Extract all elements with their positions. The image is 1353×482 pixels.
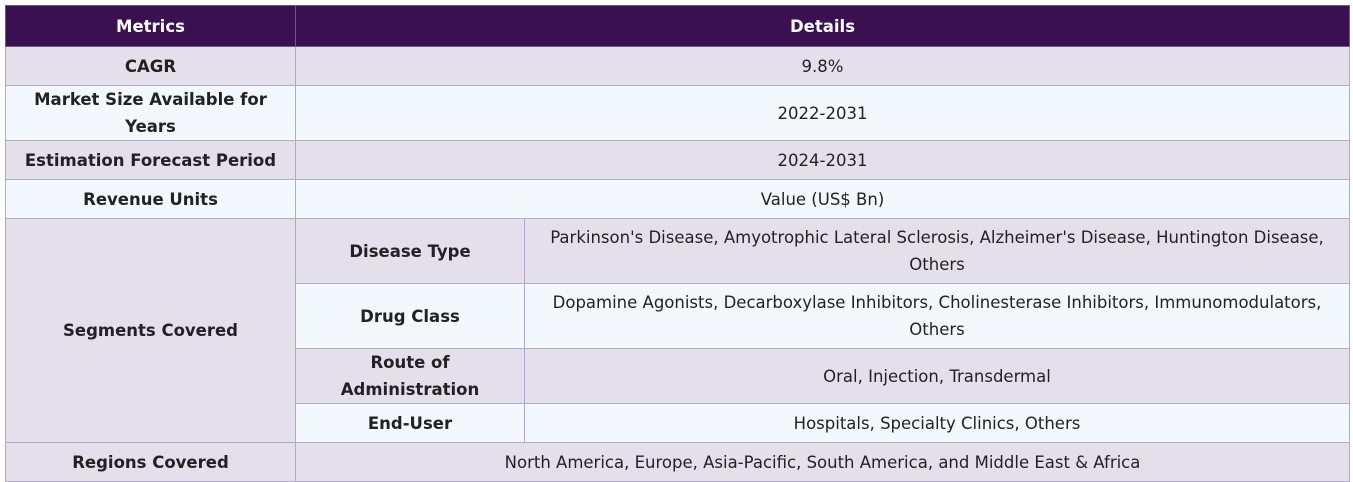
drug-class-label: Drug Class	[295, 283, 525, 349]
table-header-row: Metrics Details	[5, 5, 1351, 47]
drug-class-value: Dopamine Agonists, Decarboxylase Inhibit…	[523, 283, 1351, 349]
header-details: Details	[294, 5, 1351, 47]
forecast-value: 2024-2031	[294, 140, 1351, 180]
disease-type-label: Disease Type	[295, 218, 525, 284]
segments-label: Segments Covered	[5, 218, 296, 443]
table-row-cagr: CAGR 9.8%	[5, 46, 1351, 86]
market-size-label: Market Size Available for Years	[5, 85, 296, 141]
market-size-value: 2022-2031	[294, 85, 1351, 141]
revenue-label: Revenue Units	[5, 179, 296, 219]
report-metrics-table: Metrics Details CAGR 9.8% Market Size Av…	[5, 5, 1351, 482]
route-label: Route of Administration	[295, 348, 525, 404]
disease-type-value: Parkinson's Disease, Amyotrophic Lateral…	[523, 218, 1351, 284]
table-row-disease-type: Segments Covered Disease Type Parkinson'…	[5, 218, 1351, 443]
forecast-label: Estimation Forecast Period	[5, 140, 296, 180]
table-row-revenue: Revenue Units Value (US$ Bn)	[5, 179, 1351, 219]
header-metrics: Metrics	[5, 5, 296, 47]
revenue-value: Value (US$ Bn)	[294, 179, 1351, 219]
report-metrics-table-container: Metrics Details CAGR 9.8% Market Size Av…	[5, 5, 1351, 482]
cagr-value: 9.8%	[294, 46, 1351, 86]
end-user-value: Hospitals, Specialty Clinics, Others	[523, 403, 1351, 443]
end-user-label: End-User	[295, 403, 525, 443]
cagr-label: CAGR	[5, 46, 296, 86]
table-row-regions: Regions Covered North America, Europe, A…	[5, 442, 1351, 482]
table-row-forecast: Estimation Forecast Period 2024-2031	[5, 140, 1351, 180]
route-value: Oral, Injection, Transdermal	[523, 348, 1351, 404]
regions-label: Regions Covered	[5, 442, 296, 482]
regions-value: North America, Europe, Asia-Pacific, Sou…	[294, 442, 1351, 482]
table-row-market-size: Market Size Available for Years 2022-203…	[5, 85, 1351, 141]
